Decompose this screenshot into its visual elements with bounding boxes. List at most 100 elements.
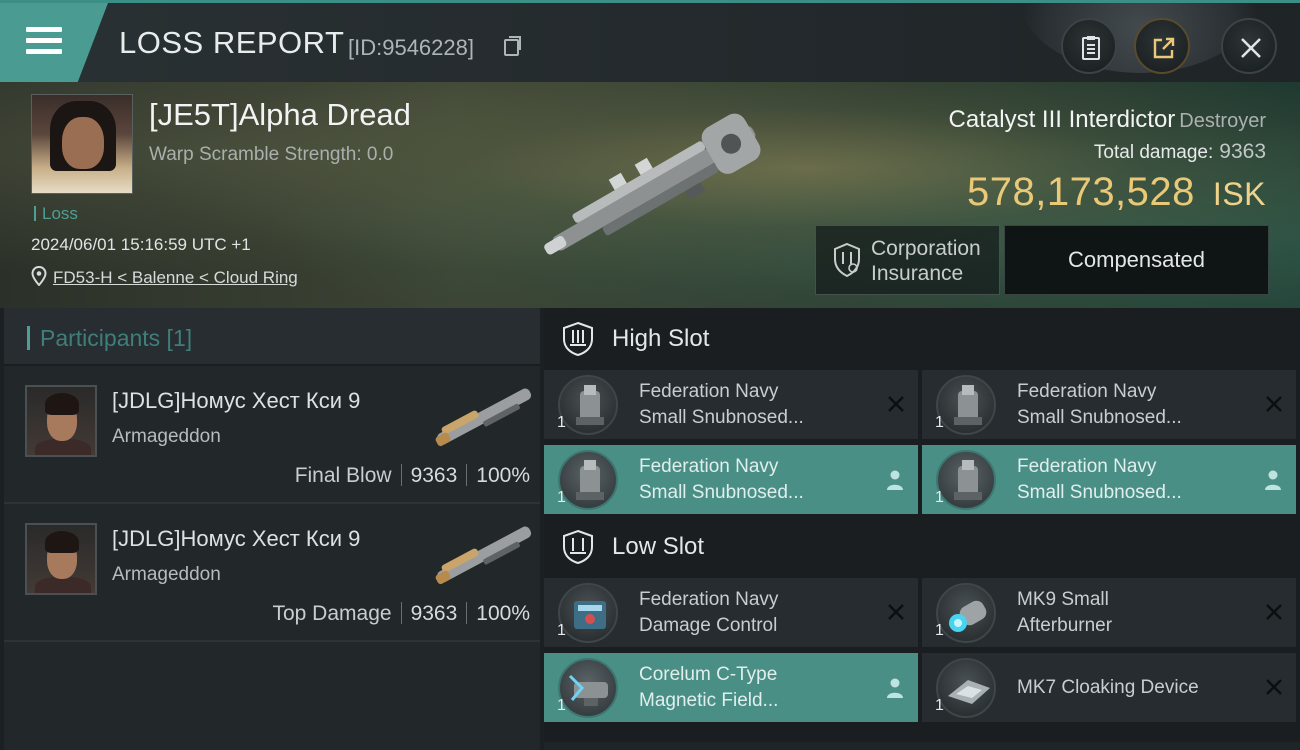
attacker-role: Top Damage	[272, 602, 392, 625]
location-link[interactable]: FD53-H < Balenne < Cloud Ring	[53, 268, 298, 288]
launcher-module-icon	[936, 450, 996, 510]
module-quantity: 1	[935, 489, 944, 506]
launcher-module-icon	[558, 450, 618, 510]
launcher-module-icon	[558, 375, 618, 435]
dropped-person-icon	[887, 470, 903, 490]
corporation-insurance-button[interactable]: Corporation Insurance	[815, 225, 1000, 295]
damage-control-icon	[558, 583, 618, 643]
insurance-label-line2: Insurance	[871, 262, 964, 285]
participants-header[interactable]: Participants [1]	[4, 308, 540, 366]
location-pin-icon	[31, 266, 47, 286]
isk-unit: ISK	[1212, 176, 1266, 212]
module-quantity: 1	[557, 622, 566, 639]
high-slot-header: High Slot	[544, 308, 1300, 370]
module-item[interactable]: 1 Federation Navy Small Snubnosed...	[922, 370, 1296, 439]
isk-amount: 578,173,528	[966, 170, 1195, 214]
attacker-avatar[interactable]	[25, 523, 97, 595]
participant-row[interactable]: [JDLG]Номус Хест Кси 9 Armageddon Top Da…	[4, 504, 540, 642]
page-title: LOSS REPORT	[119, 25, 345, 60]
insurance-label-line1: Corporation	[871, 237, 981, 260]
menu-button[interactable]	[0, 3, 108, 82]
attacker-weapon-image	[435, 526, 532, 585]
module-item[interactable]: 1 Federation Navy Small Snubnosed...	[922, 445, 1296, 514]
destroyed-icon	[1266, 604, 1282, 620]
ship-name[interactable]: Catalyst III Interdictor Destroyer	[949, 106, 1266, 134]
module-item[interactable]: 1 MK9 Small Afterburner	[922, 578, 1296, 647]
participants-panel: Participants [1] [JDLG]Номус Хест Кси 9 …	[4, 308, 540, 750]
attacker-percent: 100%	[476, 464, 530, 487]
destroyed-icon	[1266, 396, 1282, 412]
fitting-panel: High Slot 1 Federation Navy Small Snubnos…	[544, 308, 1300, 750]
attacker-role: Final Blow	[294, 464, 392, 487]
module-name: Federation Navy Small Snubnosed...	[1017, 381, 1182, 428]
launcher-module-icon	[936, 375, 996, 435]
isk-loss-value: 578,173,528 ISK	[967, 170, 1266, 215]
share-button[interactable]	[1134, 18, 1190, 74]
high-slot-icon	[563, 321, 593, 357]
loss-summary: [JE5T]Alpha Dread Warp Scramble Strength…	[0, 82, 1300, 308]
destroyed-icon	[888, 396, 904, 412]
attacker-name: [JDLG]Номус Хест Кси 9	[112, 526, 361, 551]
high-slot-modules: 1 Federation Navy Small Snubnosed... 1 Fe…	[544, 370, 1300, 514]
module-name: Corelum C-Type Magnetic Field...	[639, 664, 779, 711]
close-button[interactable]	[1221, 18, 1277, 74]
module-item[interactable]: 1 Federation Navy Small Snubnosed...	[544, 445, 918, 514]
module-item[interactable]: 1 MK7 Cloaking Device	[922, 653, 1296, 722]
dropped-person-icon	[1265, 470, 1281, 490]
module-quantity: 1	[935, 622, 944, 639]
module-quantity: 1	[557, 697, 566, 714]
attacker-damage: 9363	[410, 602, 458, 625]
module-name: MK9 Small Afterburner	[1017, 589, 1113, 636]
clipboard-button[interactable]	[1061, 18, 1117, 74]
copy-icon[interactable]	[504, 36, 521, 56]
close-icon	[1241, 38, 1261, 58]
high-slot-label: High Slot	[612, 325, 710, 352]
total-damage-value: 9363	[1219, 140, 1266, 163]
compensated-button[interactable]: Compensated	[1004, 225, 1269, 295]
afterburner-icon	[936, 583, 996, 643]
module-name: Federation Navy Small Snubnosed...	[639, 381, 804, 428]
module-item[interactable]: 1 Federation Navy Small Snubnosed...	[544, 370, 918, 439]
total-damage: Total damage: 9363	[1094, 140, 1266, 164]
ship-type: Catalyst III Interdictor	[948, 106, 1176, 133]
report-id: [ID:9546228]	[348, 35, 474, 60]
share-icon	[1153, 37, 1175, 59]
attacker-stats: Final Blow 9363 100%	[295, 464, 530, 488]
loss-datetime: 2024/06/01 15:16:59 UTC +1	[31, 235, 251, 254]
module-quantity: 1	[557, 414, 566, 431]
low-slot-modules: 1 Federation Navy Damage Control 1 MK9 Sm…	[544, 578, 1300, 722]
magnetic-field-stabilizer-icon	[558, 658, 618, 718]
module-item[interactable]: 1 Federation Navy Damage Control	[544, 578, 918, 647]
loss-label: Loss	[34, 205, 78, 222]
victim-name[interactable]: [JE5T]Alpha Dread	[149, 97, 411, 133]
module-quantity: 1	[935, 414, 944, 431]
ship-image	[544, 113, 761, 255]
destroyed-icon	[888, 604, 904, 620]
attacker-weapon-image	[435, 388, 532, 447]
attacker-damage: 9363	[410, 464, 458, 487]
insurance-label: Corporation Insurance	[871, 236, 981, 286]
attacker-avatar[interactable]	[25, 385, 97, 457]
participants-title: Participants [1]	[40, 325, 193, 351]
module-name: Federation Navy Small Snubnosed...	[639, 456, 804, 503]
module-name: Federation Navy Small Snubnosed...	[1017, 456, 1182, 503]
victim-portrait[interactable]	[31, 94, 133, 194]
top-bar: LOSS REPORT [ID:9546228]	[0, 0, 1300, 82]
module-quantity: 1	[557, 489, 566, 506]
module-name: Federation Navy Damage Control	[639, 589, 779, 636]
menu-icon	[26, 27, 62, 55]
participant-row[interactable]: [JDLG]Номус Хест Кси 9 Armageddon Final …	[4, 366, 540, 504]
cloaking-device-icon	[936, 658, 996, 718]
ship-class: Destroyer	[1179, 110, 1266, 132]
dropped-person-icon	[887, 678, 903, 698]
next-slot-header-partial	[544, 742, 1300, 750]
attacker-percent: 100%	[476, 602, 530, 625]
insurance-shield-icon	[834, 242, 860, 278]
clipboard-icon	[1082, 36, 1100, 60]
low-slot-header: Low Slot	[544, 516, 1300, 578]
module-quantity: 1	[935, 697, 944, 714]
total-damage-label: Total damage:	[1093, 142, 1214, 163]
low-slot-label: Low Slot	[612, 533, 705, 560]
module-item[interactable]: 1 Corelum C-Type Magnetic Field...	[544, 653, 918, 722]
attacker-ship: Armageddon	[112, 426, 221, 447]
